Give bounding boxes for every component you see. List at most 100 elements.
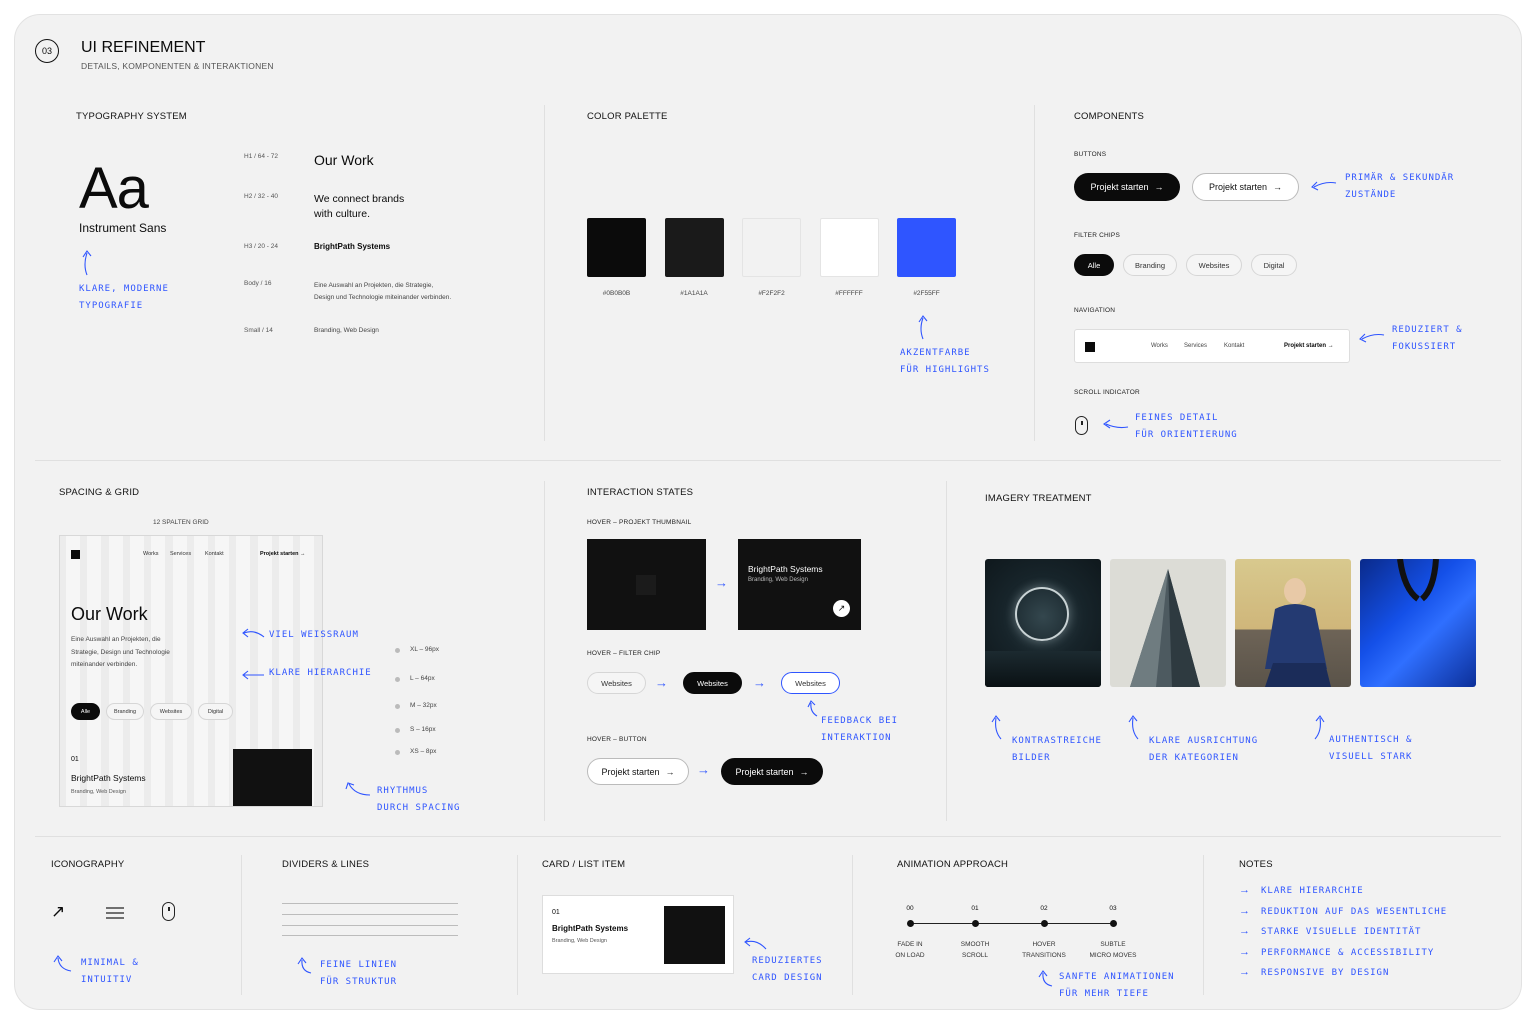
type-row-label: H1 / 64 - 72 (244, 153, 278, 160)
scale-dot (395, 648, 400, 653)
nav-item[interactable]: Works (1151, 343, 1168, 349)
arrow-right-icon: → (665, 766, 675, 777)
filter-chip[interactable]: Websites (1186, 254, 1242, 276)
chip-default[interactable]: Websites (587, 672, 646, 694)
type-row-sample-h3: BrightPath Systems (314, 242, 391, 251)
annotation-arrow-icon (1311, 181, 1337, 191)
palette-note: AKZENTFARBE FÜR HIGHLIGHTS (900, 348, 990, 375)
step-label-line: FADE IN (897, 941, 923, 948)
arrow-right-icon: → (1273, 182, 1283, 192)
chip-hover[interactable]: Websites (781, 672, 840, 694)
arrow-right-icon: → (1154, 182, 1164, 192)
thumbnail-default[interactable] (587, 539, 706, 630)
nav-item[interactable]: Kontakt (1224, 343, 1244, 349)
scale-dot (395, 677, 400, 682)
mock-item-title: BrightPath Systems (71, 773, 146, 783)
nav-item[interactable]: Services (1184, 343, 1207, 349)
nav-item[interactable]: Works (143, 551, 158, 557)
card-note: REDUZIERTES CARD DESIGN (752, 956, 823, 983)
divider (241, 855, 242, 995)
section-title-notes: NOTES (1239, 859, 1273, 870)
filter-chip[interactable]: Branding (106, 703, 144, 720)
filter-chip[interactable]: Alle (1074, 254, 1114, 276)
chip-hover-label: HOVER – FILTER CHIP (587, 650, 661, 657)
mock-heading: Our Work (71, 604, 148, 624)
rhythm-note: RHYTHMUS DURCH SPACING (377, 786, 461, 813)
card-number: 01 (552, 909, 560, 916)
type-row-label: Body / 16 (244, 280, 272, 287)
mouse-scroll-icon (1075, 416, 1088, 435)
step-label-line: MICRO MOVES (1089, 952, 1137, 959)
card-preview[interactable]: 01 BrightPath Systems Branding, Web Desi… (542, 895, 734, 974)
annotation-arrow-icon (345, 782, 371, 796)
step-number: 02 (1040, 905, 1048, 912)
type-row-label: H2 / 32 - 40 (244, 193, 278, 200)
nav-label: NAVIGATION (1074, 307, 1116, 314)
step-number: 03 (1109, 905, 1117, 912)
filter-chip[interactable]: Digital (198, 703, 233, 720)
chip-active[interactable]: Websites (683, 672, 742, 694)
thumbnail-hover[interactable]: BrightPath Systems Branding, Web Design … (738, 539, 861, 630)
whitespace-note: VIEL WEISSRAUM (269, 630, 359, 640)
arrow-right-icon: → (1239, 884, 1250, 896)
photo-neon-sign (985, 559, 1101, 687)
nav-cta[interactable]: Projekt starten → (260, 551, 306, 557)
imagery-note: KONTRASTREICHE BILDER (1012, 736, 1102, 763)
menu-icon (106, 907, 124, 919)
annotation-arrow-icon (744, 937, 767, 950)
thumb-sub: Branding, Web Design (748, 577, 808, 583)
nav-note: REDUZIERT & FOKUSSIERT (1392, 325, 1463, 352)
scroll-note: FEINES DETAIL FÜR ORIENTIERUNG (1135, 413, 1238, 440)
filter-chip[interactable]: Digital (1251, 254, 1297, 276)
nav-item[interactable]: Services (170, 551, 191, 557)
button-hover-label: HOVER – BUTTON (587, 736, 647, 743)
note-item: KLARE HIERARCHIE (1261, 886, 1364, 896)
section-title-typography: TYPOGRAPHY SYSTEM (76, 111, 187, 122)
step-label-line: HOVER (1032, 941, 1056, 948)
step-label: HOVER TRANSITIONS (1009, 939, 1079, 961)
color-swatch (819, 218, 879, 277)
typography-note: KLARE, MODERNE TYPOGRAFIE (79, 284, 169, 311)
color-swatch (742, 218, 801, 277)
button-default[interactable]: Projekt starten → (587, 758, 689, 785)
page-title: UI REFINEMENT (81, 39, 206, 56)
nav-item[interactable]: Kontakt (205, 551, 224, 557)
filter-chip[interactable]: Websites (150, 703, 192, 720)
nav-cta[interactable]: Projekt starten → (1284, 343, 1334, 349)
imagery-note: AUTHENTISCH & VISUELL STARK (1329, 735, 1413, 762)
step-number: 00 (906, 905, 914, 912)
step-label-line: SMOOTH (960, 941, 990, 948)
divider (1034, 105, 1035, 441)
divider (544, 481, 545, 821)
type-row-sample-h2: We connect brands with culture. (314, 193, 405, 220)
divider (517, 855, 518, 995)
line-sample (282, 925, 458, 926)
filter-chip[interactable]: Alle (71, 703, 100, 720)
line-sample (282, 935, 458, 936)
step-badge: 03 (35, 39, 59, 63)
note-item: PERFORMANCE & ACCESSIBILITY (1261, 947, 1435, 958)
primary-button[interactable]: Projekt starten → (1074, 173, 1180, 201)
scale-dot (395, 728, 400, 733)
mock-body: Eine Auswahl an Projekten, die Strategie… (71, 636, 170, 668)
note-item: RESPONSIVE BY DESIGN (1261, 968, 1390, 978)
annotation-arrow-icon (807, 700, 818, 717)
arrow-up-right-icon: ↗ (51, 902, 66, 921)
chip-note: FEEDBACK BEI INTERAKTION (821, 716, 899, 743)
button-hover[interactable]: Projekt starten → (721, 758, 823, 785)
step-number: 01 (971, 905, 979, 912)
step-label: SMOOTH SCROLL (940, 939, 1010, 961)
annotation-arrow-icon (1314, 715, 1325, 740)
section-title-palette: COLOR PALETTE (587, 111, 668, 122)
logo-mark (1085, 342, 1095, 352)
scale-label: M – 32px (410, 702, 437, 709)
timeline-dot (972, 920, 979, 927)
swatch-label: #2F55FF (913, 290, 940, 297)
filter-chip[interactable]: Branding (1123, 254, 1177, 276)
logo-mark (71, 550, 80, 559)
hierarchy-note: KLARE HIERARCHIE (269, 668, 372, 678)
annotation-arrow-icon (918, 315, 928, 340)
secondary-button[interactable]: Projekt starten → (1192, 173, 1299, 201)
arrow-right-icon: → (799, 766, 809, 777)
board: 03 UI REFINEMENT DETAILS, KOMPONENTEN & … (14, 14, 1522, 1010)
